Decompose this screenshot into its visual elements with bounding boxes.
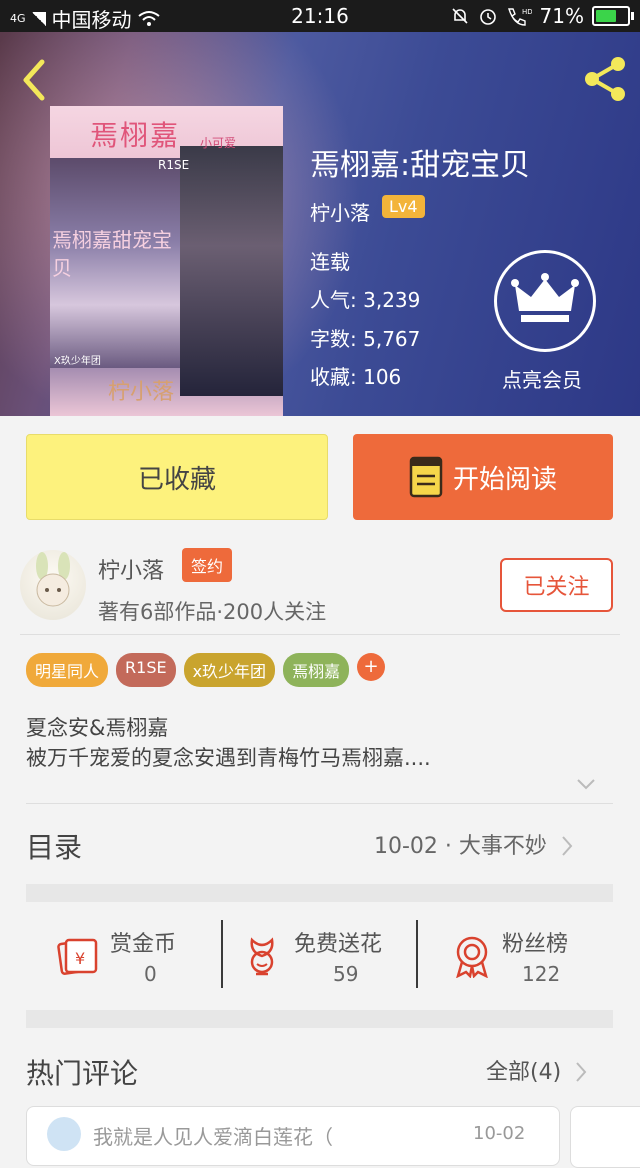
tag-list: 明星同人 R1SE x玖少年团 焉栩嘉 + — [26, 653, 386, 687]
favorites-stat: 收藏: 106 — [310, 361, 401, 390]
divider — [26, 803, 613, 804]
latest-chapter[interactable]: 10-02 · 大事不妙 — [374, 828, 574, 860]
popularity-label: 人气: — [310, 288, 357, 312]
cover-author: 柠小落 — [108, 380, 175, 405]
favorites-value: 106 — [363, 365, 402, 389]
comment-card[interactable] — [570, 1106, 640, 1168]
tag-chip[interactable]: 明星同人 — [26, 653, 109, 687]
fan-count: 122 — [522, 962, 561, 986]
favorited-button[interactable]: 已收藏 — [26, 434, 328, 520]
author-avatar[interactable] — [20, 550, 86, 620]
flower-count: 59 — [333, 962, 359, 986]
favorites-label: 收藏: — [310, 365, 357, 389]
cover-photo-right — [180, 146, 283, 396]
start-reading-label: 开始阅读 — [452, 464, 557, 495]
cover-middle-text: 焉栩嘉甜宠宝贝 — [52, 228, 172, 280]
follow-button[interactable]: 已关注 — [500, 558, 613, 612]
hot-comments-title: 热门评论 — [26, 1057, 139, 1090]
hd-call-icon: HD — [507, 8, 532, 26]
comment-card[interactable]: 我就是人见人爱滴白莲花（ 10-02 — [26, 1106, 560, 1166]
divider — [416, 920, 418, 988]
book-status: 连载 — [310, 250, 350, 274]
commenter-avatar — [47, 1117, 81, 1151]
author-level-badge: Lv4 — [382, 195, 425, 218]
comment-date: 10-02 — [473, 1123, 526, 1144]
cover-title: 焉栩嘉 — [90, 119, 181, 152]
chevron-down-icon[interactable] — [576, 778, 596, 790]
bunny-avatar-icon — [36, 552, 70, 607]
status-bar: 4G 中国移动 21:16 HD 71% — [0, 0, 640, 32]
vip-button[interactable] — [494, 250, 596, 352]
send-flower-label[interactable]: 免费送花 — [294, 926, 382, 958]
cover-credit: X玖少年团 — [54, 356, 101, 367]
author-name[interactable]: 柠小落 — [98, 553, 164, 585]
section-separator — [26, 884, 613, 902]
book-description[interactable]: 夏念安&焉栩嘉 被万千宠爱的夏念安遇到青梅竹马焉栩嘉.... — [26, 713, 431, 773]
cover-band-label: R1SE — [158, 158, 190, 172]
reward-value: 0 — [144, 962, 157, 986]
chevron-right-icon — [562, 836, 573, 856]
book-cover[interactable]: 焉栩嘉 小可爱 R1SE 焉栩嘉甜宠宝贝 X玖少年团 柠小落 — [50, 106, 283, 416]
comment-text: 我就是人见人爱滴白莲花（ — [93, 1125, 333, 1149]
follow-label: 已关注 — [523, 575, 590, 600]
mute-bell-icon — [451, 8, 468, 24]
add-tag-button[interactable]: + — [357, 653, 386, 681]
crown-icon — [511, 273, 579, 322]
start-reading-button[interactable]: 开始阅读 — [353, 434, 613, 520]
popularity-value: 3,239 — [363, 288, 421, 312]
cover-cute-label: 小可爱 — [200, 136, 237, 150]
divider — [221, 920, 223, 988]
book-icon — [409, 456, 443, 498]
all-comments-link[interactable]: 全部(4) — [486, 1054, 588, 1086]
favorited-label: 已收藏 — [137, 464, 216, 495]
battery-percent: 71% — [539, 4, 584, 28]
signed-badge: 签约 — [182, 548, 233, 582]
alarm-icon — [479, 9, 496, 25]
red-envelope-icon[interactable]: ¥ — [56, 934, 100, 978]
vip-label[interactable]: 点亮会员 — [502, 364, 582, 393]
back-arrow-icon[interactable] — [20, 56, 50, 104]
share-icon[interactable] — [580, 54, 630, 104]
author-summary: 著有6部作品·200人关注 — [98, 600, 327, 624]
flower-icon[interactable] — [240, 934, 284, 978]
battery-icon — [592, 6, 634, 26]
reward-label[interactable]: 赏金币 — [110, 926, 176, 958]
chevron-right-icon — [576, 1062, 587, 1082]
popularity-stat: 人气: 3,239 — [310, 284, 420, 313]
words-value: 5,767 — [363, 327, 421, 351]
book-author[interactable]: 柠小落 — [310, 197, 370, 226]
tag-chip[interactable]: R1SE — [116, 653, 176, 687]
book-title: 焉栩嘉:甜宠宝贝 — [310, 148, 531, 183]
svg-text:¥: ¥ — [75, 949, 85, 968]
toc-label[interactable]: 目录 — [26, 826, 82, 866]
word-count-stat: 字数: 5,767 — [310, 323, 420, 352]
book-header: 焉栩嘉 小可爱 R1SE 焉栩嘉甜宠宝贝 X玖少年团 柠小落 焉栩嘉:甜宠宝贝 … — [0, 32, 640, 416]
all-comments-label: 全部(4) — [486, 1060, 562, 1085]
latest-chapter-text: 10-02 · 大事不妙 — [374, 834, 547, 859]
words-label: 字数: — [310, 327, 357, 351]
description-line: 夏念安&焉栩嘉 — [26, 716, 169, 740]
tag-chip[interactable]: x玖少年团 — [183, 653, 276, 687]
divider — [20, 634, 620, 635]
description-line: 被万千宠爱的夏念安遇到青梅竹马焉栩嘉.... — [26, 746, 431, 770]
svg-text:HD: HD — [522, 8, 532, 16]
tag-chip[interactable]: 焉栩嘉 — [283, 653, 350, 687]
medal-icon[interactable] — [450, 934, 494, 978]
fan-ranking-label[interactable]: 粉丝榜 — [502, 926, 568, 958]
section-separator — [26, 1010, 613, 1028]
